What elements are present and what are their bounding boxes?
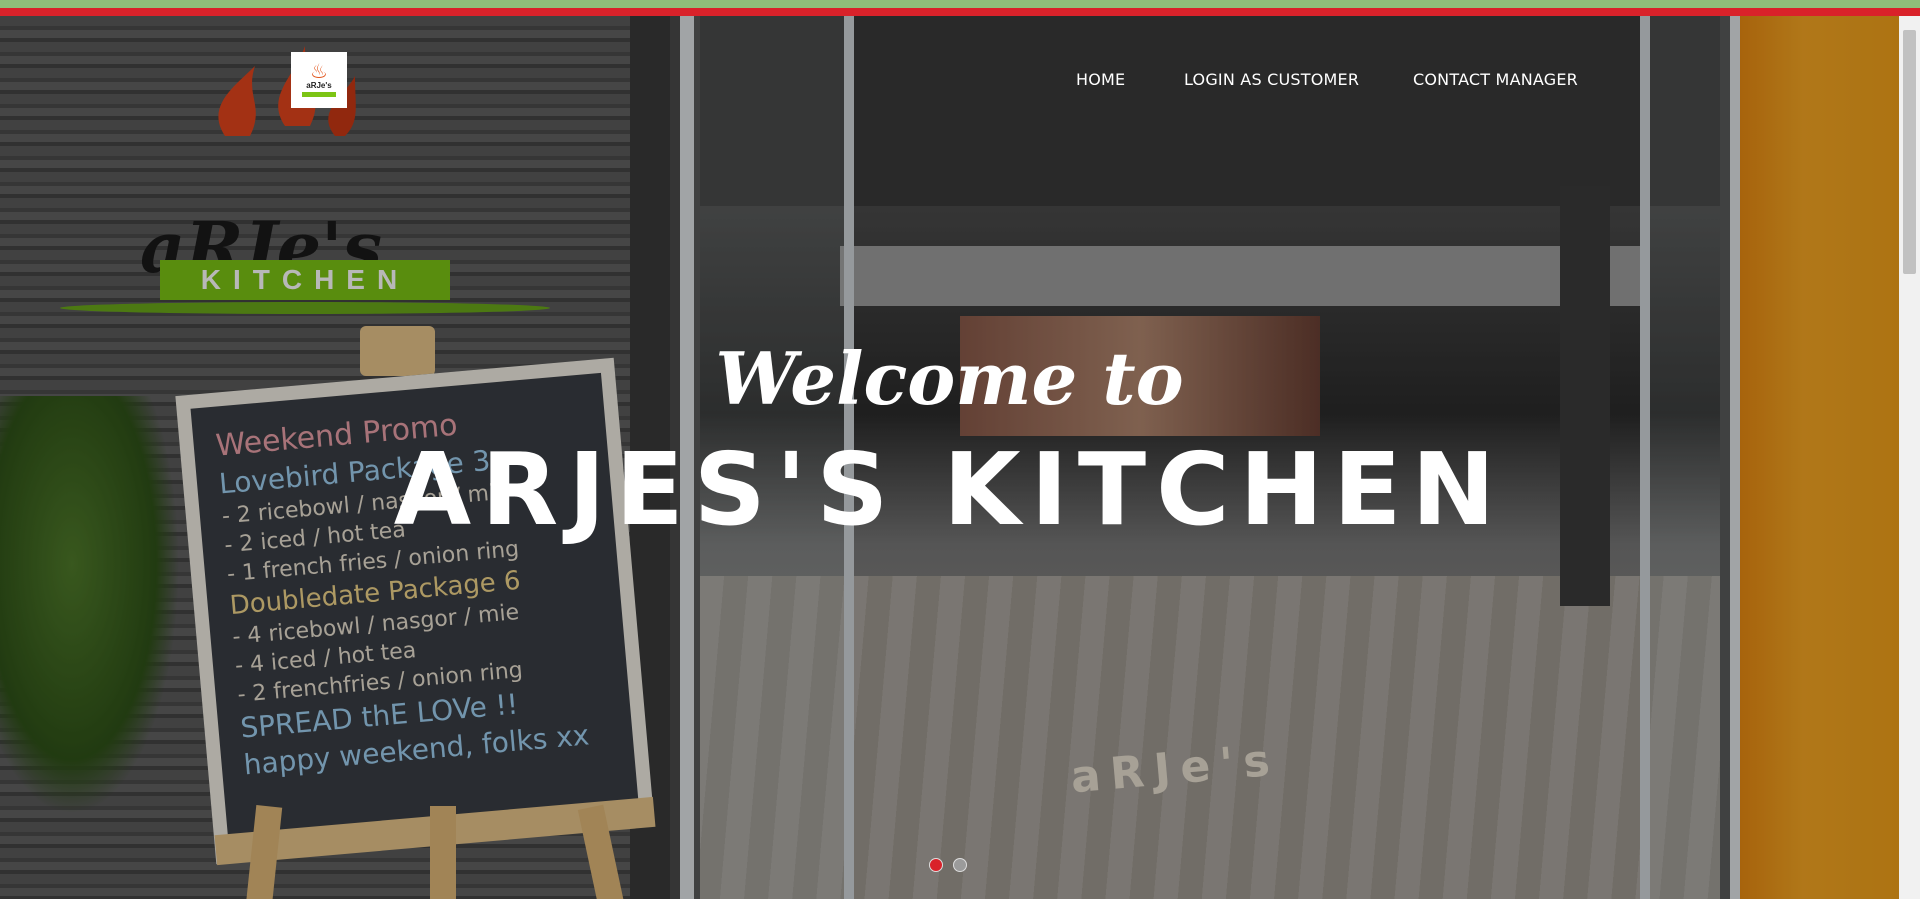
hero-slider: aRJe's KITCHEN aRJe's Weekend Promo Love… bbox=[0, 16, 1899, 899]
nav-login-customer-link[interactable]: LOGIN AS CUSTOMER bbox=[1184, 70, 1359, 89]
top-accent-stripe bbox=[0, 0, 1920, 8]
scrollbar-thumb[interactable] bbox=[1903, 30, 1916, 274]
flame-logo-icon: ♨ bbox=[310, 61, 328, 83]
hero-welcome-text: Welcome to bbox=[715, 336, 1184, 421]
top-accent-stripe-red bbox=[0, 8, 1920, 16]
page-scrollbar[interactable] bbox=[1899, 16, 1920, 899]
hero-title: ARJES'S KITCHEN bbox=[393, 431, 1506, 548]
brand-logo-text: aRJe's bbox=[306, 81, 332, 90]
brand-logo-band bbox=[302, 92, 336, 97]
nav-contact-manager-link[interactable]: CONTACT MANAGER bbox=[1413, 70, 1578, 89]
brand-logo[interactable]: ♨ aRJe's bbox=[291, 52, 347, 108]
carousel-dot-2[interactable] bbox=[953, 858, 967, 872]
carousel-indicators bbox=[929, 858, 967, 872]
carousel-dot-1[interactable] bbox=[929, 858, 943, 872]
nav-home-link[interactable]: HOME bbox=[1076, 70, 1125, 89]
